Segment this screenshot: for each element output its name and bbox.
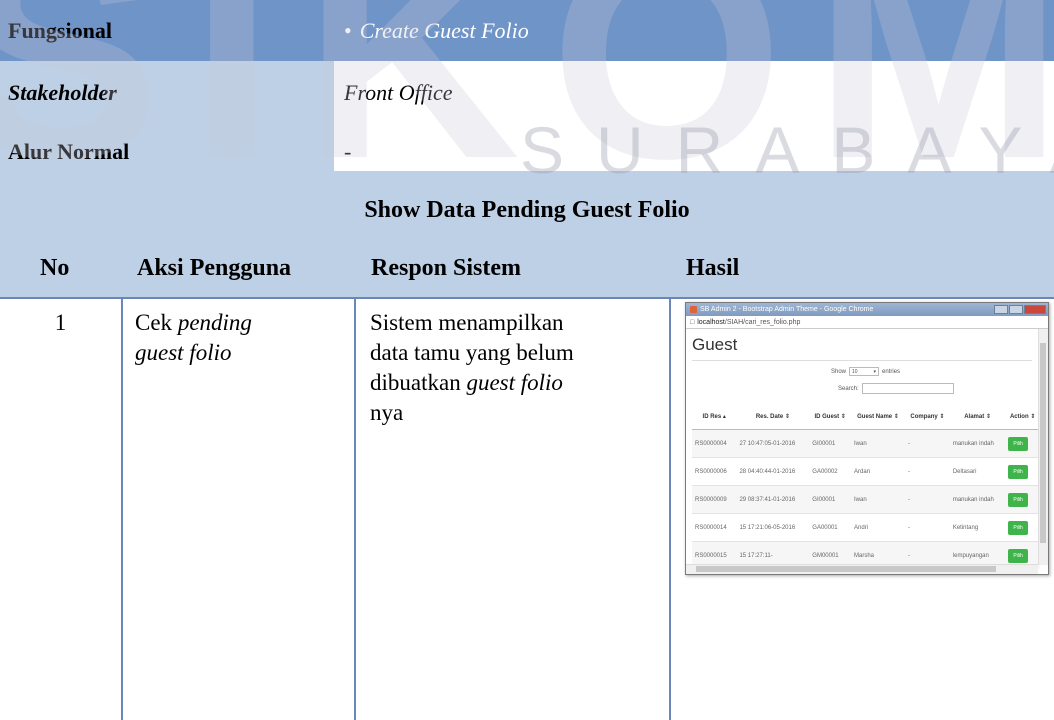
body-top-border	[0, 297, 1054, 299]
fungsional-value-cell: • Create Guest Folio	[334, 0, 1054, 61]
chevron-down-icon: ▾	[873, 368, 877, 375]
pilih-button: Pilih	[1008, 548, 1028, 563]
pilih-button: Pilih	[1008, 492, 1028, 507]
col-respon-header: Respon Sistem	[371, 255, 522, 281]
address-bar: □ localhost/SIAH/cari_res_folio.php	[686, 316, 1048, 329]
browser-titlebar: SB Admin 2 - Bootstrap Admin Theme - Goo…	[686, 303, 1048, 316]
th-id-guest: ID Guest ⇕	[809, 403, 852, 430]
col-hasil-header: Hasil	[686, 255, 740, 281]
col-divider-1	[121, 297, 123, 720]
horizontal-scrollbar	[686, 564, 1038, 574]
vertical-scrollbar	[1038, 329, 1048, 565]
stakeholder-value: Front Office	[344, 80, 453, 105]
alur-normal-value: -	[344, 139, 352, 164]
fungsional-label: Fungsional	[8, 17, 112, 43]
col-divider-2	[354, 297, 356, 720]
th-action: Action ⇕	[1005, 403, 1040, 430]
fungsional-label-cell: Fungsional	[0, 0, 334, 61]
pilih-button: Pilih	[1008, 464, 1028, 479]
page-heading: Guest	[692, 335, 738, 354]
heading-rule	[692, 360, 1032, 361]
length-control: Show 10 ▾ entries	[831, 367, 901, 376]
col-aksi-header: Aksi Pengguna	[137, 255, 292, 281]
section-title-cell: Show Data Pending Guest Folio	[0, 180, 1054, 240]
pilih-button: Pilih	[1008, 436, 1028, 451]
step-aksi: Cek pending guest folio	[135, 310, 252, 365]
maximize-icon	[1009, 305, 1023, 314]
search-control: Search:	[838, 383, 954, 394]
page-icon: □	[690, 318, 695, 326]
th-guest-name: Guest Name ⇕	[851, 403, 905, 430]
table-row: RS0000004 27 10:47:05-01-2016 GI00001 Iw…	[692, 429, 1040, 458]
result-screenshot: SB Admin 2 - Bootstrap Admin Theme - Goo…	[685, 302, 1049, 575]
alur-normal-label: Alur Normal	[8, 139, 130, 164]
band-strip	[0, 171, 1054, 180]
stakeholder-value-cell: Front Office	[334, 61, 1054, 125]
table-row: RS0000009 29 08:37:41-01-2016 GI00001 Iw…	[692, 485, 1040, 514]
guest-table-header: ID Res ▴ Res. Date ⇕ ID Guest ⇕ Guest Na…	[692, 403, 1040, 430]
step-no: 1	[54, 310, 67, 335]
th-company: Company ⇕	[904, 403, 950, 430]
stakeholder-label-cell: Stakeholder	[0, 61, 334, 125]
entries-select: 10 ▾	[849, 367, 880, 376]
pilih-button: Pilih	[1008, 520, 1028, 535]
bullet: •	[344, 17, 352, 43]
th-id-res: ID Res ▴	[692, 403, 737, 430]
search-input	[861, 383, 954, 394]
stakeholder-label: Stakeholder	[8, 80, 117, 105]
guest-table: ID Res ▴ Res. Date ⇕ ID Guest ⇕ Guest Na…	[692, 403, 1040, 569]
close-icon	[1024, 305, 1046, 314]
th-alamat: Alamat ⇕	[949, 403, 1006, 430]
step-respon: Sistem menampilkan data tamu yang belum …	[370, 310, 574, 425]
th-res-date: Res. Date ⇕	[736, 403, 810, 430]
col-no-header: No	[40, 255, 70, 281]
table-row: RS0000006 28 04:40:44-01-2016 GA00002 Ar…	[692, 457, 1040, 486]
col-divider-3	[669, 297, 671, 720]
section-title: Show Data Pending Guest Folio	[364, 196, 690, 223]
minimize-icon	[994, 305, 1008, 314]
table-row: RS0000014 15 17:21:06-05-2016 GA00001 An…	[692, 513, 1040, 542]
browser-icon	[690, 306, 697, 313]
fungsional-value: Create Guest Folio	[359, 17, 529, 43]
browser-page: Guest Show 10 ▾ entries Search: ID Res ▴ …	[686, 329, 1040, 569]
